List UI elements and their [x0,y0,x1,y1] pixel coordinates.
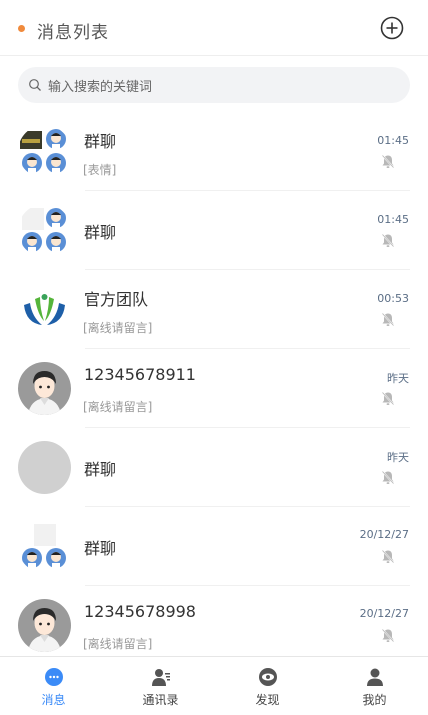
search-placeholder: 输入搜索的关键词 [48,80,153,95]
search-icon [29,79,41,91]
conversation-item[interactable]: 官方团队 [离线请留言] 00:53 [0,270,428,349]
chat-bubble-icon [45,668,63,686]
group-avatar [18,125,71,178]
conversation-name: 官方团队 [84,290,149,309]
conversation-item[interactable]: 群聊 01:45 [0,191,428,270]
add-circle-icon[interactable] [380,16,404,40]
profile-icon [367,668,383,686]
conversation-time: 01:45 [377,213,409,226]
conversation-time: 00:53 [377,292,409,305]
conversation-preview: [表情] [83,163,117,177]
conversation-list: 群聊 [表情] 01:45 群聊 01:45 官方团队 [离线请留言] 00:5… [0,112,428,665]
group-avatar [18,520,71,573]
conversation-time: 01:45 [377,134,409,147]
tab-messages[interactable]: 消息 [0,657,107,715]
search-input[interactable]: 输入搜索的关键词 [18,67,410,103]
muted-bell-icon [381,233,395,248]
tab-profile[interactable]: 我的 [321,657,428,715]
muted-bell-icon [381,391,395,406]
conversation-time: 20/12/27 [359,528,409,541]
conversation-item[interactable]: 12345678911 [离线请留言] 昨天 [0,349,428,428]
conversation-item[interactable]: 群聊 [表情] 01:45 [0,112,428,191]
muted-bell-icon [381,549,395,564]
conversation-name: 群聊 [84,132,117,151]
empty-avatar [18,441,71,494]
tab-label: 发现 [255,693,280,707]
muted-bell-icon [381,154,395,169]
header-bar: 消息列表 [0,0,428,56]
bottom-tab-bar: 消息 通讯录 发现 我的 [0,656,428,715]
conversation-item[interactable]: 群聊 昨天 [0,428,428,507]
conversation-preview: [离线请留言] [83,321,153,335]
tab-contacts[interactable]: 通讯录 [107,657,214,715]
tab-label: 消息 [41,693,66,707]
conversation-time: 昨天 [387,451,409,464]
conversation-item[interactable]: 12345678998 [离线请留言] 20/12/27 [0,586,428,665]
official-logo-avatar [18,283,71,336]
group-avatar [18,204,71,257]
tab-label: 通讯录 [142,693,179,707]
conversation-name: 群聊 [84,223,117,242]
muted-bell-icon [381,628,395,643]
conversation-preview: [离线请留言] [83,400,153,414]
conversation-item[interactable]: 群聊 20/12/27 [0,507,428,586]
conversation-name: 群聊 [84,539,117,558]
conversation-preview: [离线请留言] [83,637,153,651]
conversation-name: 群聊 [84,460,117,479]
tab-discover[interactable]: 发现 [214,657,321,715]
user-avatar [18,362,71,415]
contacts-icon [152,669,170,686]
conversation-name: 12345678911 [84,365,196,384]
muted-bell-icon [381,470,395,485]
muted-bell-icon [381,312,395,327]
conversation-time: 昨天 [387,372,409,385]
conversation-time: 20/12/27 [359,607,409,620]
conversation-name: 12345678998 [84,602,196,621]
user-avatar [18,599,71,652]
tab-label: 我的 [362,693,387,707]
page-title: 消息列表 [37,23,109,43]
status-dot [18,25,25,32]
discover-eye-icon [259,668,277,686]
